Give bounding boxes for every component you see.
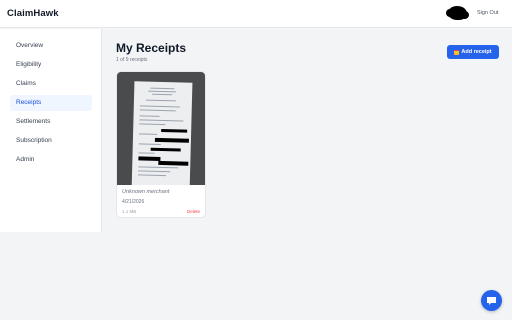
sidebar-item-claims[interactable]: Claims bbox=[10, 76, 92, 92]
receipt-thumbnail[interactable] bbox=[117, 72, 205, 185]
sidebar-item-overview[interactable]: Overview bbox=[10, 38, 92, 54]
sidebar-item-admin[interactable]: Admin bbox=[10, 152, 92, 168]
receipt-file-size: 1.1 MB bbox=[122, 209, 137, 214]
add-receipt-label: Add receipt bbox=[461, 49, 492, 55]
receipt-card[interactable]: Unknown merchant 4/21/2026 1.1 MB Delete bbox=[116, 71, 206, 218]
receipt-paper bbox=[131, 81, 193, 185]
sidebar-item-settlements[interactable]: Settlements bbox=[10, 114, 92, 130]
avatar[interactable] bbox=[446, 6, 469, 20]
chat-button[interactable] bbox=[481, 290, 502, 311]
receipt-date: 4/21/2026 bbox=[122, 199, 145, 205]
brand-logo[interactable]: ClaimHawk bbox=[7, 8, 59, 19]
receipt-count: 1 of 9 receipts bbox=[116, 57, 148, 63]
calendar-icon bbox=[454, 49, 460, 55]
page-title: My Receipts bbox=[116, 41, 187, 55]
receipt-merchant: Unknown merchant bbox=[122, 189, 170, 195]
delete-receipt-button[interactable]: Delete bbox=[187, 209, 200, 214]
sidebar-item-subscription[interactable]: Subscription bbox=[10, 133, 92, 149]
add-receipt-button[interactable]: Add receipt bbox=[447, 45, 499, 59]
sidebar-item-receipts[interactable]: Receipts bbox=[10, 95, 92, 111]
sidebar-item-eligibility[interactable]: Eligibility bbox=[10, 57, 92, 73]
sign-out-link[interactable]: Sign Out bbox=[477, 10, 498, 16]
chat-icon bbox=[487, 296, 496, 305]
sidebar: Overview Eligibility Claims Receipts Set… bbox=[0, 29, 102, 232]
top-bar: ClaimHawk Sign Out bbox=[0, 0, 512, 28]
